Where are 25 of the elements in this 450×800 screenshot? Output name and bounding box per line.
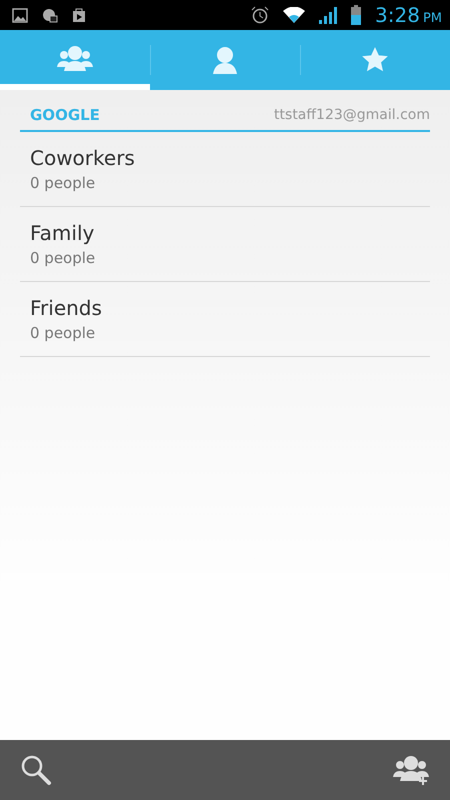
account-type: GOOGLE bbox=[30, 106, 100, 124]
group-item[interactable]: Friends 0 people bbox=[20, 282, 430, 357]
clock-time: 3:28 bbox=[375, 3, 420, 27]
group-name: Coworkers bbox=[30, 146, 136, 170]
group-name: Friends bbox=[30, 296, 103, 320]
wifi-icon bbox=[283, 7, 306, 23]
add-group-button[interactable] bbox=[392, 755, 430, 785]
group-name: Family bbox=[30, 221, 96, 245]
group-count: 0 people bbox=[30, 324, 96, 342]
add-people-icon bbox=[392, 755, 430, 785]
group-item[interactable]: Family 0 people bbox=[20, 207, 430, 282]
battery-icon bbox=[351, 5, 362, 25]
search-icon bbox=[20, 754, 52, 786]
star-icon bbox=[361, 46, 389, 74]
account-email: ttstaff123@gmail.com bbox=[274, 107, 430, 123]
clock-period: PM bbox=[422, 11, 442, 26]
image-icon bbox=[12, 8, 28, 22]
group-count: 0 people bbox=[30, 249, 96, 267]
person-icon bbox=[212, 46, 238, 74]
alarm-clock-icon bbox=[251, 6, 270, 24]
signal-icon bbox=[319, 6, 338, 24]
group-item[interactable]: Coworkers 0 people bbox=[20, 132, 430, 207]
group-count: 0 people bbox=[30, 174, 96, 192]
shopping-bag-icon bbox=[72, 7, 86, 23]
search-button[interactable] bbox=[20, 754, 52, 786]
